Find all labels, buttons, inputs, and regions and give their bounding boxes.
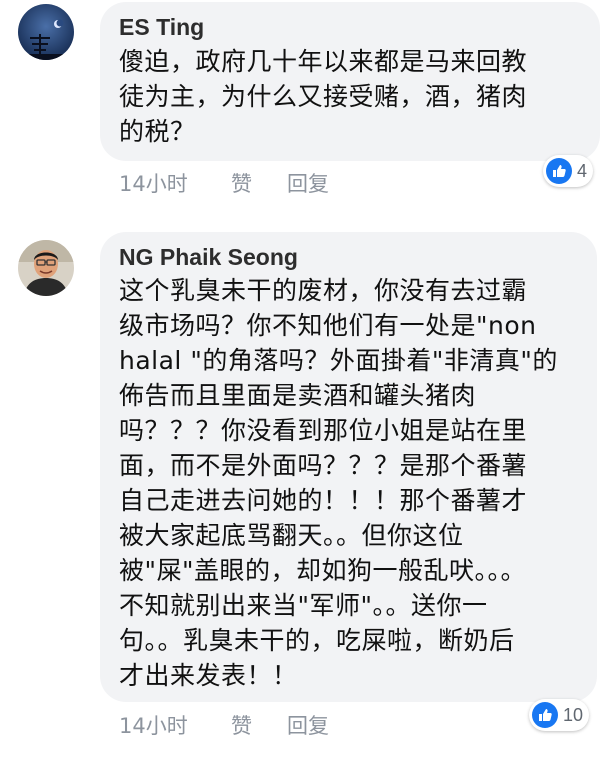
comment-timestamp[interactable]: 14小时 [119,168,188,198]
reaction-summary[interactable]: 4 [543,155,594,187]
comment-actions: 14小时 赞 回复 [119,710,419,740]
commenter-avatar[interactable] [18,240,74,296]
comment-text: 这个乳臭未干的废材，你没有去过霸 级市场吗？你不知他们有一处是"non hala… [119,276,558,690]
comment-author[interactable]: NG Phaik Seong [119,244,298,271]
reaction-count: 10 [563,704,584,725]
like-button[interactable]: 赞 [231,710,252,740]
reply-button[interactable]: 回复 [287,168,329,198]
thumbs-up-icon [532,702,558,728]
like-button[interactable]: 赞 [231,168,252,198]
commenter-avatar[interactable] [18,4,74,60]
reaction-summary[interactable]: 10 [529,699,590,731]
reply-button[interactable]: 回复 [287,710,329,740]
comment-actions: 14小时 赞 回复 [119,168,419,198]
comment-author[interactable]: ES Ting [119,14,204,41]
comment-timestamp[interactable]: 14小时 [119,710,188,740]
night-sky-antenna-avatar-icon [18,4,74,60]
thumbs-up-icon [546,158,572,184]
man-portrait-avatar-icon [18,240,74,296]
comment-text: 傻迫，政府几十年以来都是马来回教 徒为主，为什么又接受赌，酒，猪肉 的税？ [119,47,528,146]
reaction-count: 4 [577,160,588,181]
